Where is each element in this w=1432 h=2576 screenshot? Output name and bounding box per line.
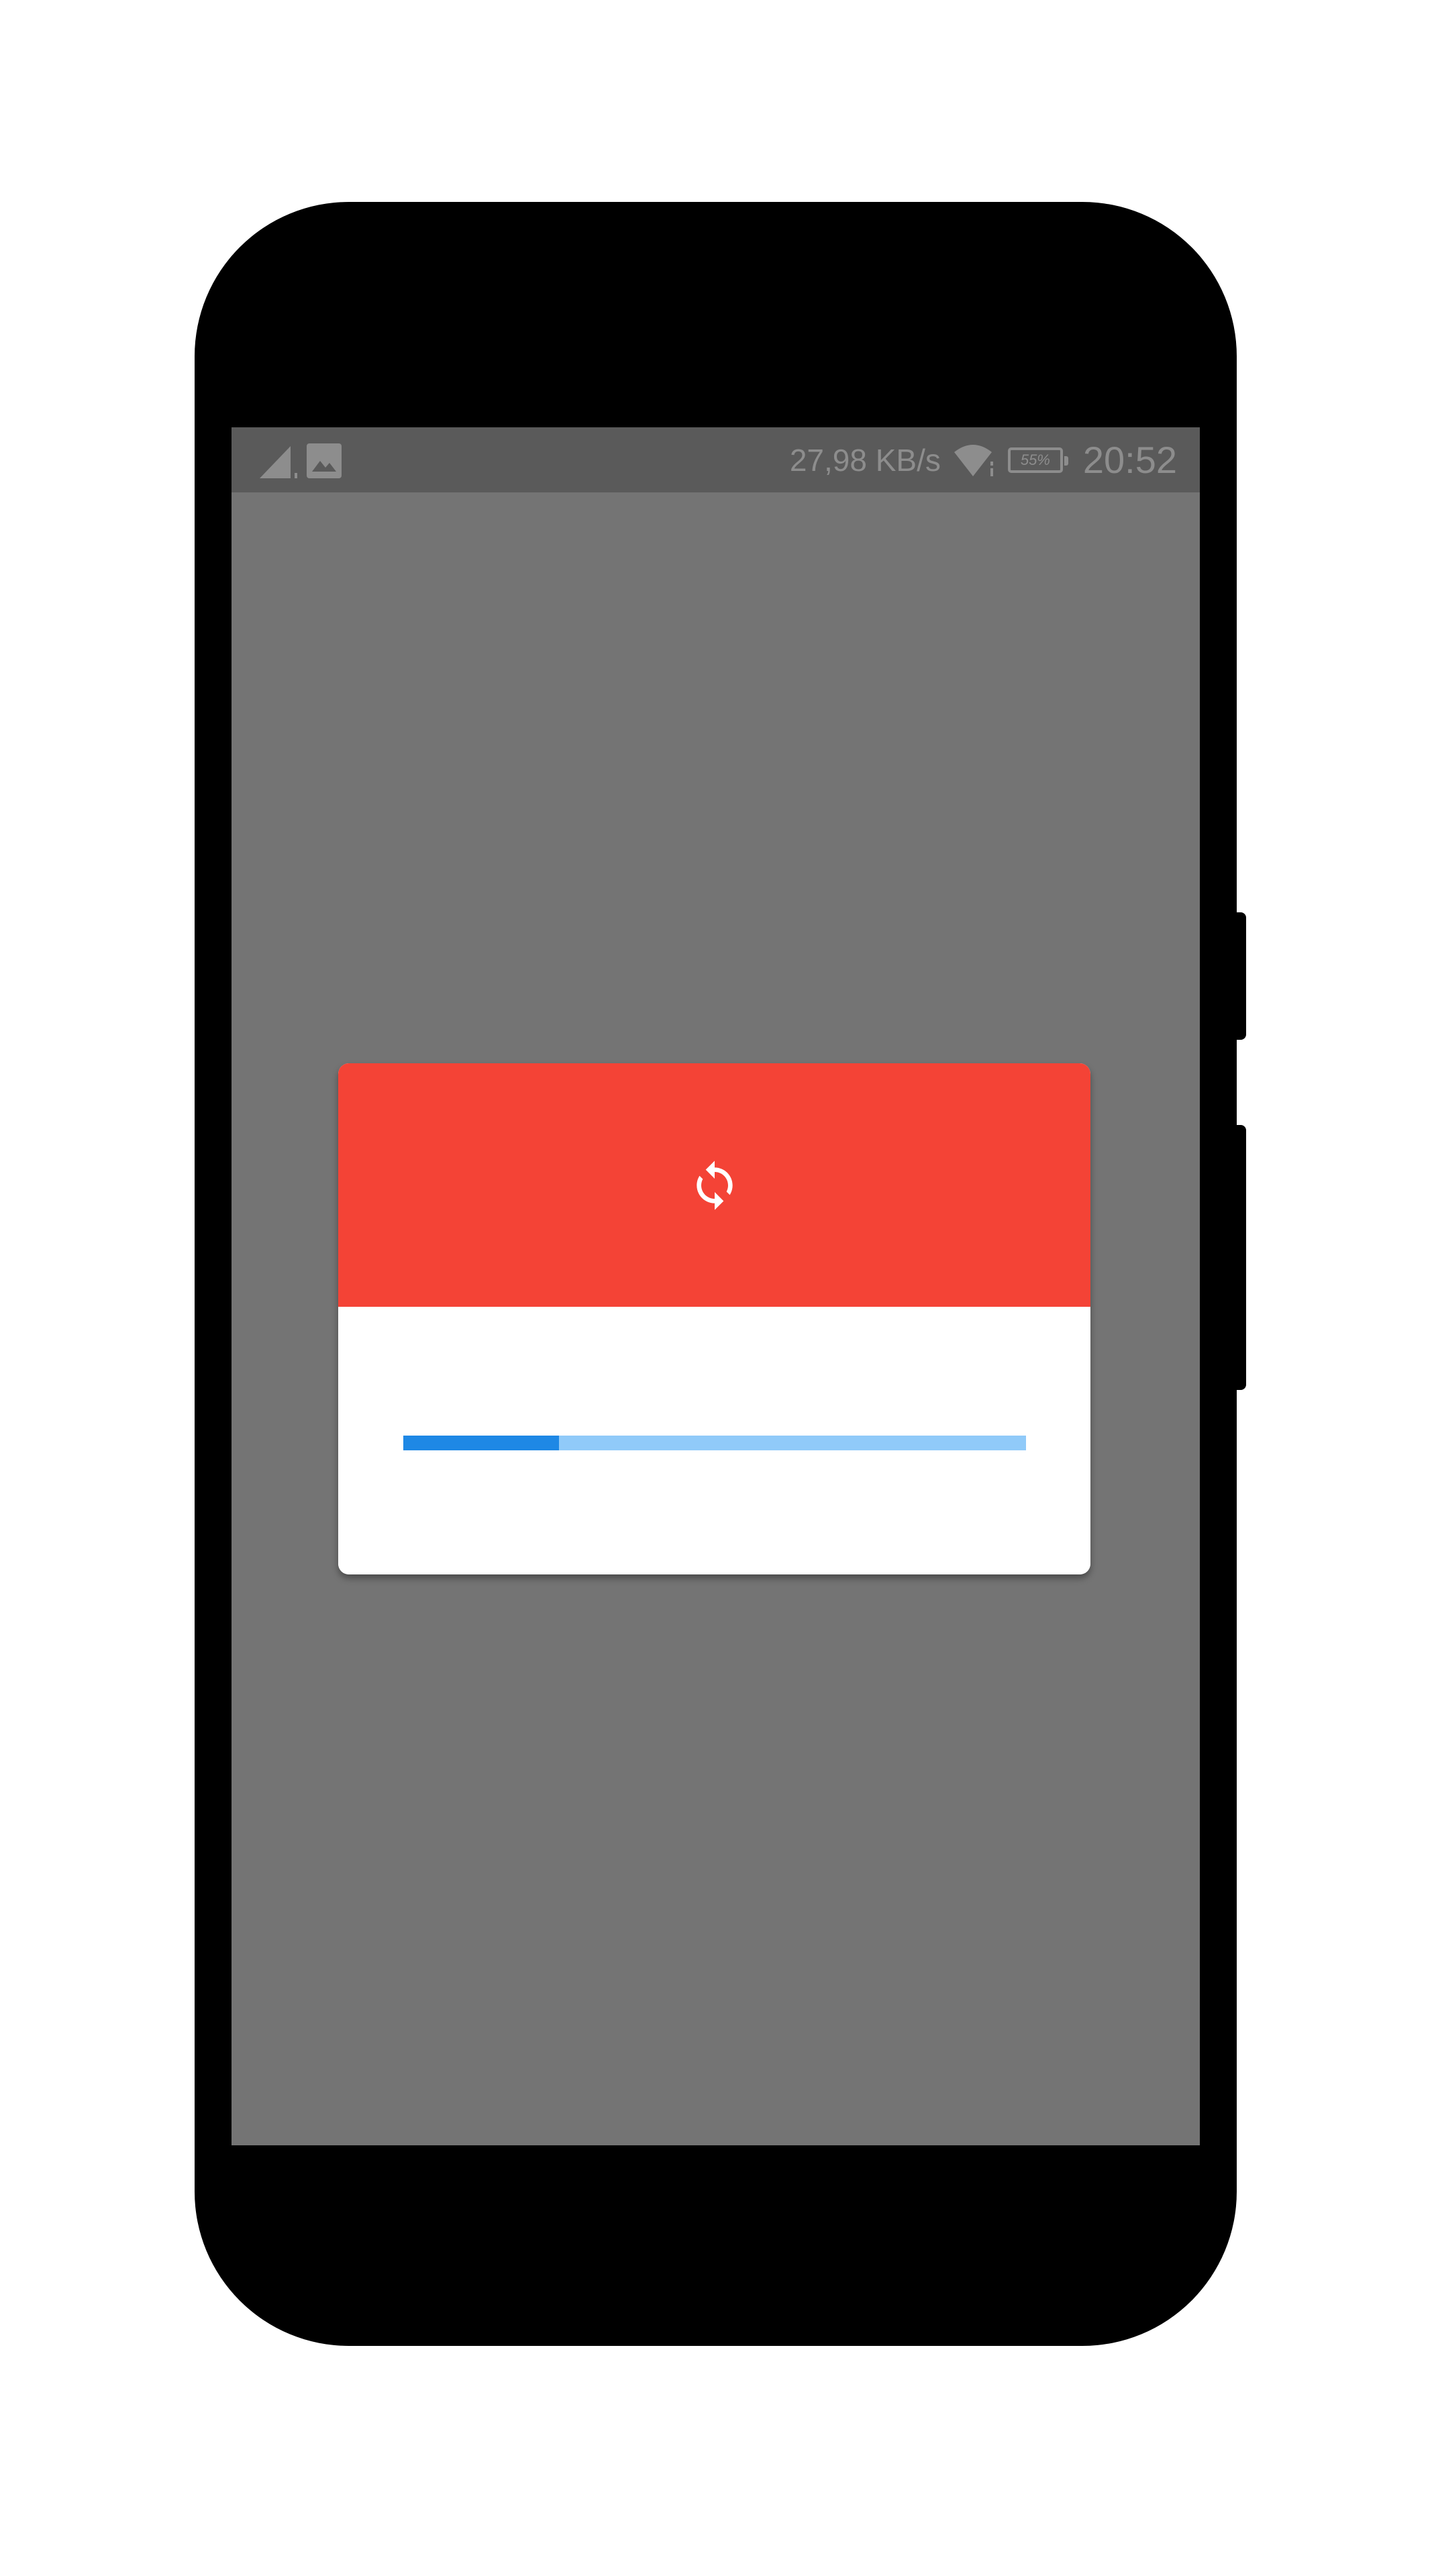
sync-icon [696, 1160, 733, 1210]
network-speed: 27,98 KB/s [789, 442, 941, 478]
power-button [1237, 912, 1246, 1040]
battery-icon: 55% [1007, 447, 1068, 473]
progress-bar [403, 1436, 1026, 1450]
wifi-icon [954, 444, 993, 476]
status-bar: 27,98 KB/s 55% 20:52 [232, 427, 1200, 492]
dialog-body [338, 1307, 1090, 1574]
progress-dialog [338, 1063, 1090, 1574]
status-right: 27,98 KB/s 55% 20:52 [790, 427, 1177, 492]
volume-button [1237, 1125, 1246, 1390]
signal-icon [260, 446, 297, 478]
image-notification-icon [307, 443, 342, 478]
status-clock: 20:52 [1082, 439, 1177, 481]
dialog-header [338, 1063, 1090, 1307]
status-left-icons [257, 442, 343, 480]
progress-fill [403, 1436, 559, 1450]
battery-percent: 55% [1020, 451, 1050, 468]
